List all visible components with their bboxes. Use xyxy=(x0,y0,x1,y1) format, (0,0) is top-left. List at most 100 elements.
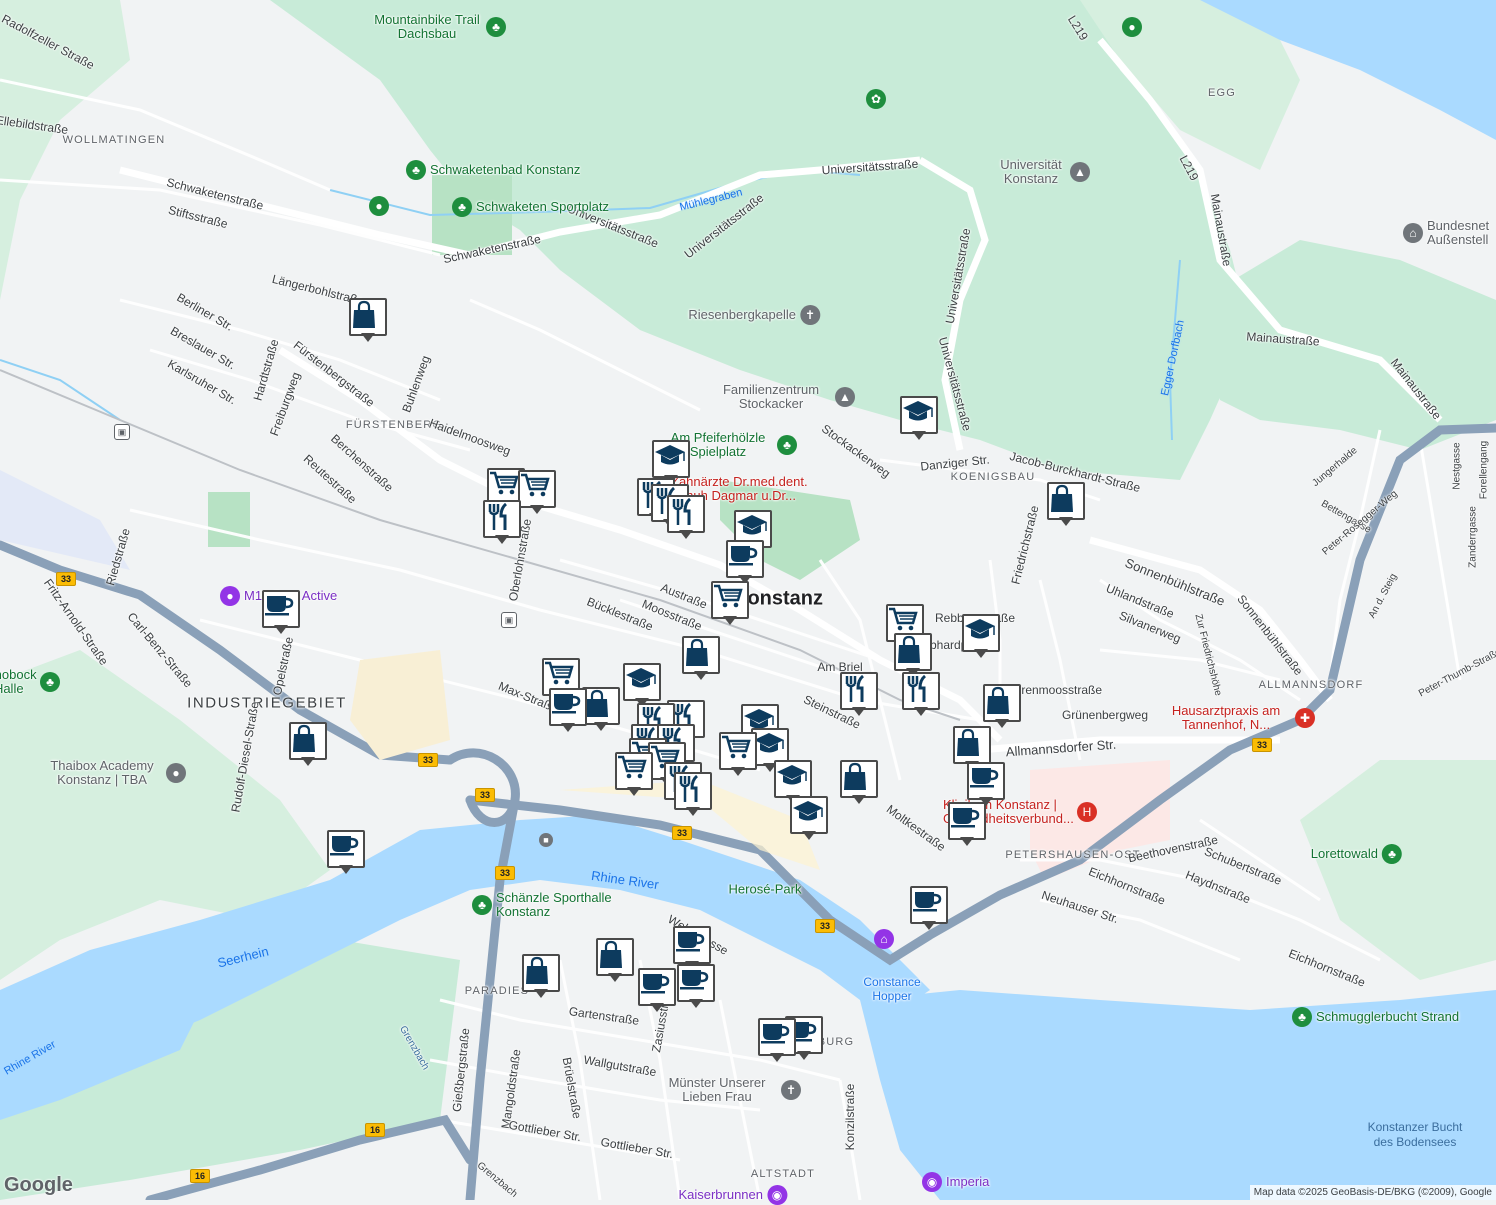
marker-pointer xyxy=(301,757,315,766)
map-marker-cart[interactable]: Supermarket xyxy=(615,752,653,798)
school-icon xyxy=(900,396,938,434)
poi-train-station-center[interactable]: ▣ xyxy=(501,612,517,628)
cafe-icon xyxy=(673,926,711,964)
park-icon: ♣ xyxy=(1382,844,1402,864)
poi-train-station-west[interactable]: ▣ xyxy=(114,424,130,440)
map-marker-shopping-bag[interactable]: Shopping xyxy=(1047,482,1085,528)
poi-herose-park[interactable]: Herosé-Park xyxy=(729,882,802,897)
train-icon: ▣ xyxy=(114,424,130,440)
poi-park-west[interactable]: ● xyxy=(369,196,389,216)
flower-icon: ✿ xyxy=(866,89,886,109)
map-canvas[interactable]: Konstanz WOLLMATINGEN FÜRSTENBERG INDUST… xyxy=(0,0,1496,1205)
map-marker-restaurant[interactable]: Restaurant xyxy=(674,772,712,818)
district-wollmatingen: WOLLMATINGEN xyxy=(62,134,166,146)
marker-pointer xyxy=(679,530,693,539)
map-marker-cart[interactable]: Supermarket xyxy=(719,732,757,778)
map-marker-school[interactable]: School xyxy=(900,396,938,442)
poi-muenster[interactable]: ✝ Münster Unserer Lieben Frau xyxy=(657,1076,801,1104)
park-icon: ♣ xyxy=(777,435,797,455)
map-marker-restaurant[interactable]: Restaurant xyxy=(667,495,705,541)
cafe-icon xyxy=(262,590,300,628)
map-marker-school[interactable]: School xyxy=(790,796,828,842)
poi-knobock-halle[interactable]: ♣ Knobock - Halle xyxy=(0,668,60,696)
district-burg: BURG xyxy=(817,1036,855,1048)
map-marker-shopping-bag[interactable]: Shopping xyxy=(582,687,620,733)
poi-thaibox-academy[interactable]: ● Thaibox Academy Konstanz | TBA xyxy=(42,759,186,787)
map-marker-shopping-bag[interactable]: Shopping xyxy=(349,298,387,344)
poi-park-egg[interactable]: ● xyxy=(1122,17,1142,37)
marker-pointer xyxy=(914,707,928,716)
map-marker-cafe[interactable]: Cafe xyxy=(262,590,300,636)
map-marker-cafe[interactable]: Cafe xyxy=(327,830,365,876)
map-marker-cart[interactable]: Supermarket xyxy=(518,470,556,516)
map-marker-cafe[interactable]: Cafe xyxy=(726,540,764,586)
poi-imperia[interactable]: ◉ Imperia xyxy=(922,1172,989,1192)
map-marker-school[interactable]: School xyxy=(962,614,1000,660)
street-label: Forellengang xyxy=(1478,440,1490,500)
restaurant-icon xyxy=(840,672,878,710)
shopping-bag-icon xyxy=(840,760,878,798)
cart-icon xyxy=(518,470,556,508)
poi-mountainbike-trail[interactable]: ♣ Mountainbike Trail Dachsbau xyxy=(372,13,506,41)
school-icon xyxy=(774,760,812,798)
poi-bundesnetzagentur[interactable]: ⌂ Bundesnet Außenstell xyxy=(1403,219,1496,247)
poi-riesenbergkapelle[interactable]: ✝ Riesenbergkapelle xyxy=(688,305,820,325)
map-marker-shopping-bag[interactable]: Shopping xyxy=(522,954,560,1000)
map-marker-cafe[interactable]: Cafe xyxy=(638,968,676,1014)
marker-pointer xyxy=(802,831,816,840)
cafe-icon xyxy=(967,762,1005,800)
poi-familienzentrum[interactable]: ▲ Familienzentrum Stockacker xyxy=(711,383,855,411)
restaurant-icon xyxy=(902,672,940,710)
poi-schwaketenbad[interactable]: ♣ Schwaketenbad Konstanz xyxy=(406,160,580,180)
train-icon: ▣ xyxy=(501,612,517,628)
poi-constance-hopper[interactable]: Constance Hopper xyxy=(852,975,932,1003)
road-shield: 16 xyxy=(364,1123,386,1137)
poi-museum[interactable]: ⌂ xyxy=(874,929,894,949)
shopping-bag-icon xyxy=(983,684,1021,722)
park-icon: ♣ xyxy=(406,160,426,180)
road-shield: 16 xyxy=(189,1169,211,1183)
marker-pointer xyxy=(495,535,509,544)
cart-icon xyxy=(711,581,749,619)
map-marker-cafe[interactable]: Cafe xyxy=(910,886,948,932)
map-marker-restaurant[interactable]: Restaurant xyxy=(483,500,521,546)
poi-schmugglerbucht[interactable]: ♣ Schmugglerbucht Strand xyxy=(1292,1007,1459,1027)
poi-universitaet-konstanz[interactable]: ▲ Universität Konstanz xyxy=(996,158,1090,186)
marker-pointer xyxy=(274,625,288,634)
poi-hausarztpraxis[interactable]: ✚ Hausarztpraxis am Tannenhof, N... xyxy=(1161,704,1315,732)
map-marker-cafe[interactable]: Cafe xyxy=(677,964,715,1010)
map-marker-shopping-bag[interactable]: Shopping xyxy=(596,938,634,984)
poi-kaiserbrunnen[interactable]: ◉ Kaiserbrunnen xyxy=(678,1185,787,1205)
map-marker-restaurant[interactable]: Restaurant xyxy=(840,672,878,718)
poi-schwaketen-sportplatz[interactable]: ♣ Schwaketen Sportplatz xyxy=(452,197,609,217)
cafe-icon xyxy=(638,968,676,1006)
marker-pointer xyxy=(694,671,708,680)
poi-park-north[interactable]: ✿ xyxy=(866,89,886,109)
park-icon: ♣ xyxy=(1292,1007,1312,1027)
map-marker-cafe[interactable]: Cafe xyxy=(549,688,587,734)
poi-lorettowald[interactable]: ♣ Lorettowald xyxy=(1311,844,1402,864)
school-icon xyxy=(623,663,661,701)
school-icon: ▲ xyxy=(835,387,855,407)
shopping-bag-icon xyxy=(682,636,720,674)
map-marker-restaurant[interactable]: Restaurant xyxy=(902,672,940,718)
map-attribution[interactable]: Map data ©2025 GeoBasis-DE/BKG (©2009), … xyxy=(1249,1185,1496,1200)
marker-pointer xyxy=(650,1003,664,1012)
park-icon: ● xyxy=(369,196,389,216)
map-marker-shopping-bag[interactable]: Shopping xyxy=(983,684,1021,730)
map-marker-shopping-bag[interactable]: Shopping xyxy=(682,636,720,682)
district-koenigsbau: KOENIGSBAU xyxy=(950,471,1036,483)
map-marker-cart[interactable]: Supermarket xyxy=(711,581,749,627)
map-marker-shopping-bag[interactable]: Shopping xyxy=(289,722,327,768)
poi-lock-icon[interactable]: ■ xyxy=(539,833,553,847)
map-marker-cafe[interactable]: Cafe xyxy=(758,1018,796,1064)
poi-schaenzle-sporthalle[interactable]: ♣ Schänzle Sporthalle Konstanz xyxy=(472,891,626,919)
hospital-icon: H xyxy=(1077,802,1097,822)
camera-icon: ◉ xyxy=(922,1172,942,1192)
road-shield: 33 xyxy=(494,866,516,880)
map-marker-shopping-bag[interactable]: Shopping xyxy=(840,760,878,806)
map-marker-cafe[interactable]: Cafe xyxy=(948,802,986,848)
marker-pointer xyxy=(797,1051,811,1060)
water-label-bodensee: Konstanzer Bucht des Bodensees xyxy=(1367,1120,1463,1149)
district-petershausen-ost: PETERSHAUSEN-OST xyxy=(1005,849,1141,861)
